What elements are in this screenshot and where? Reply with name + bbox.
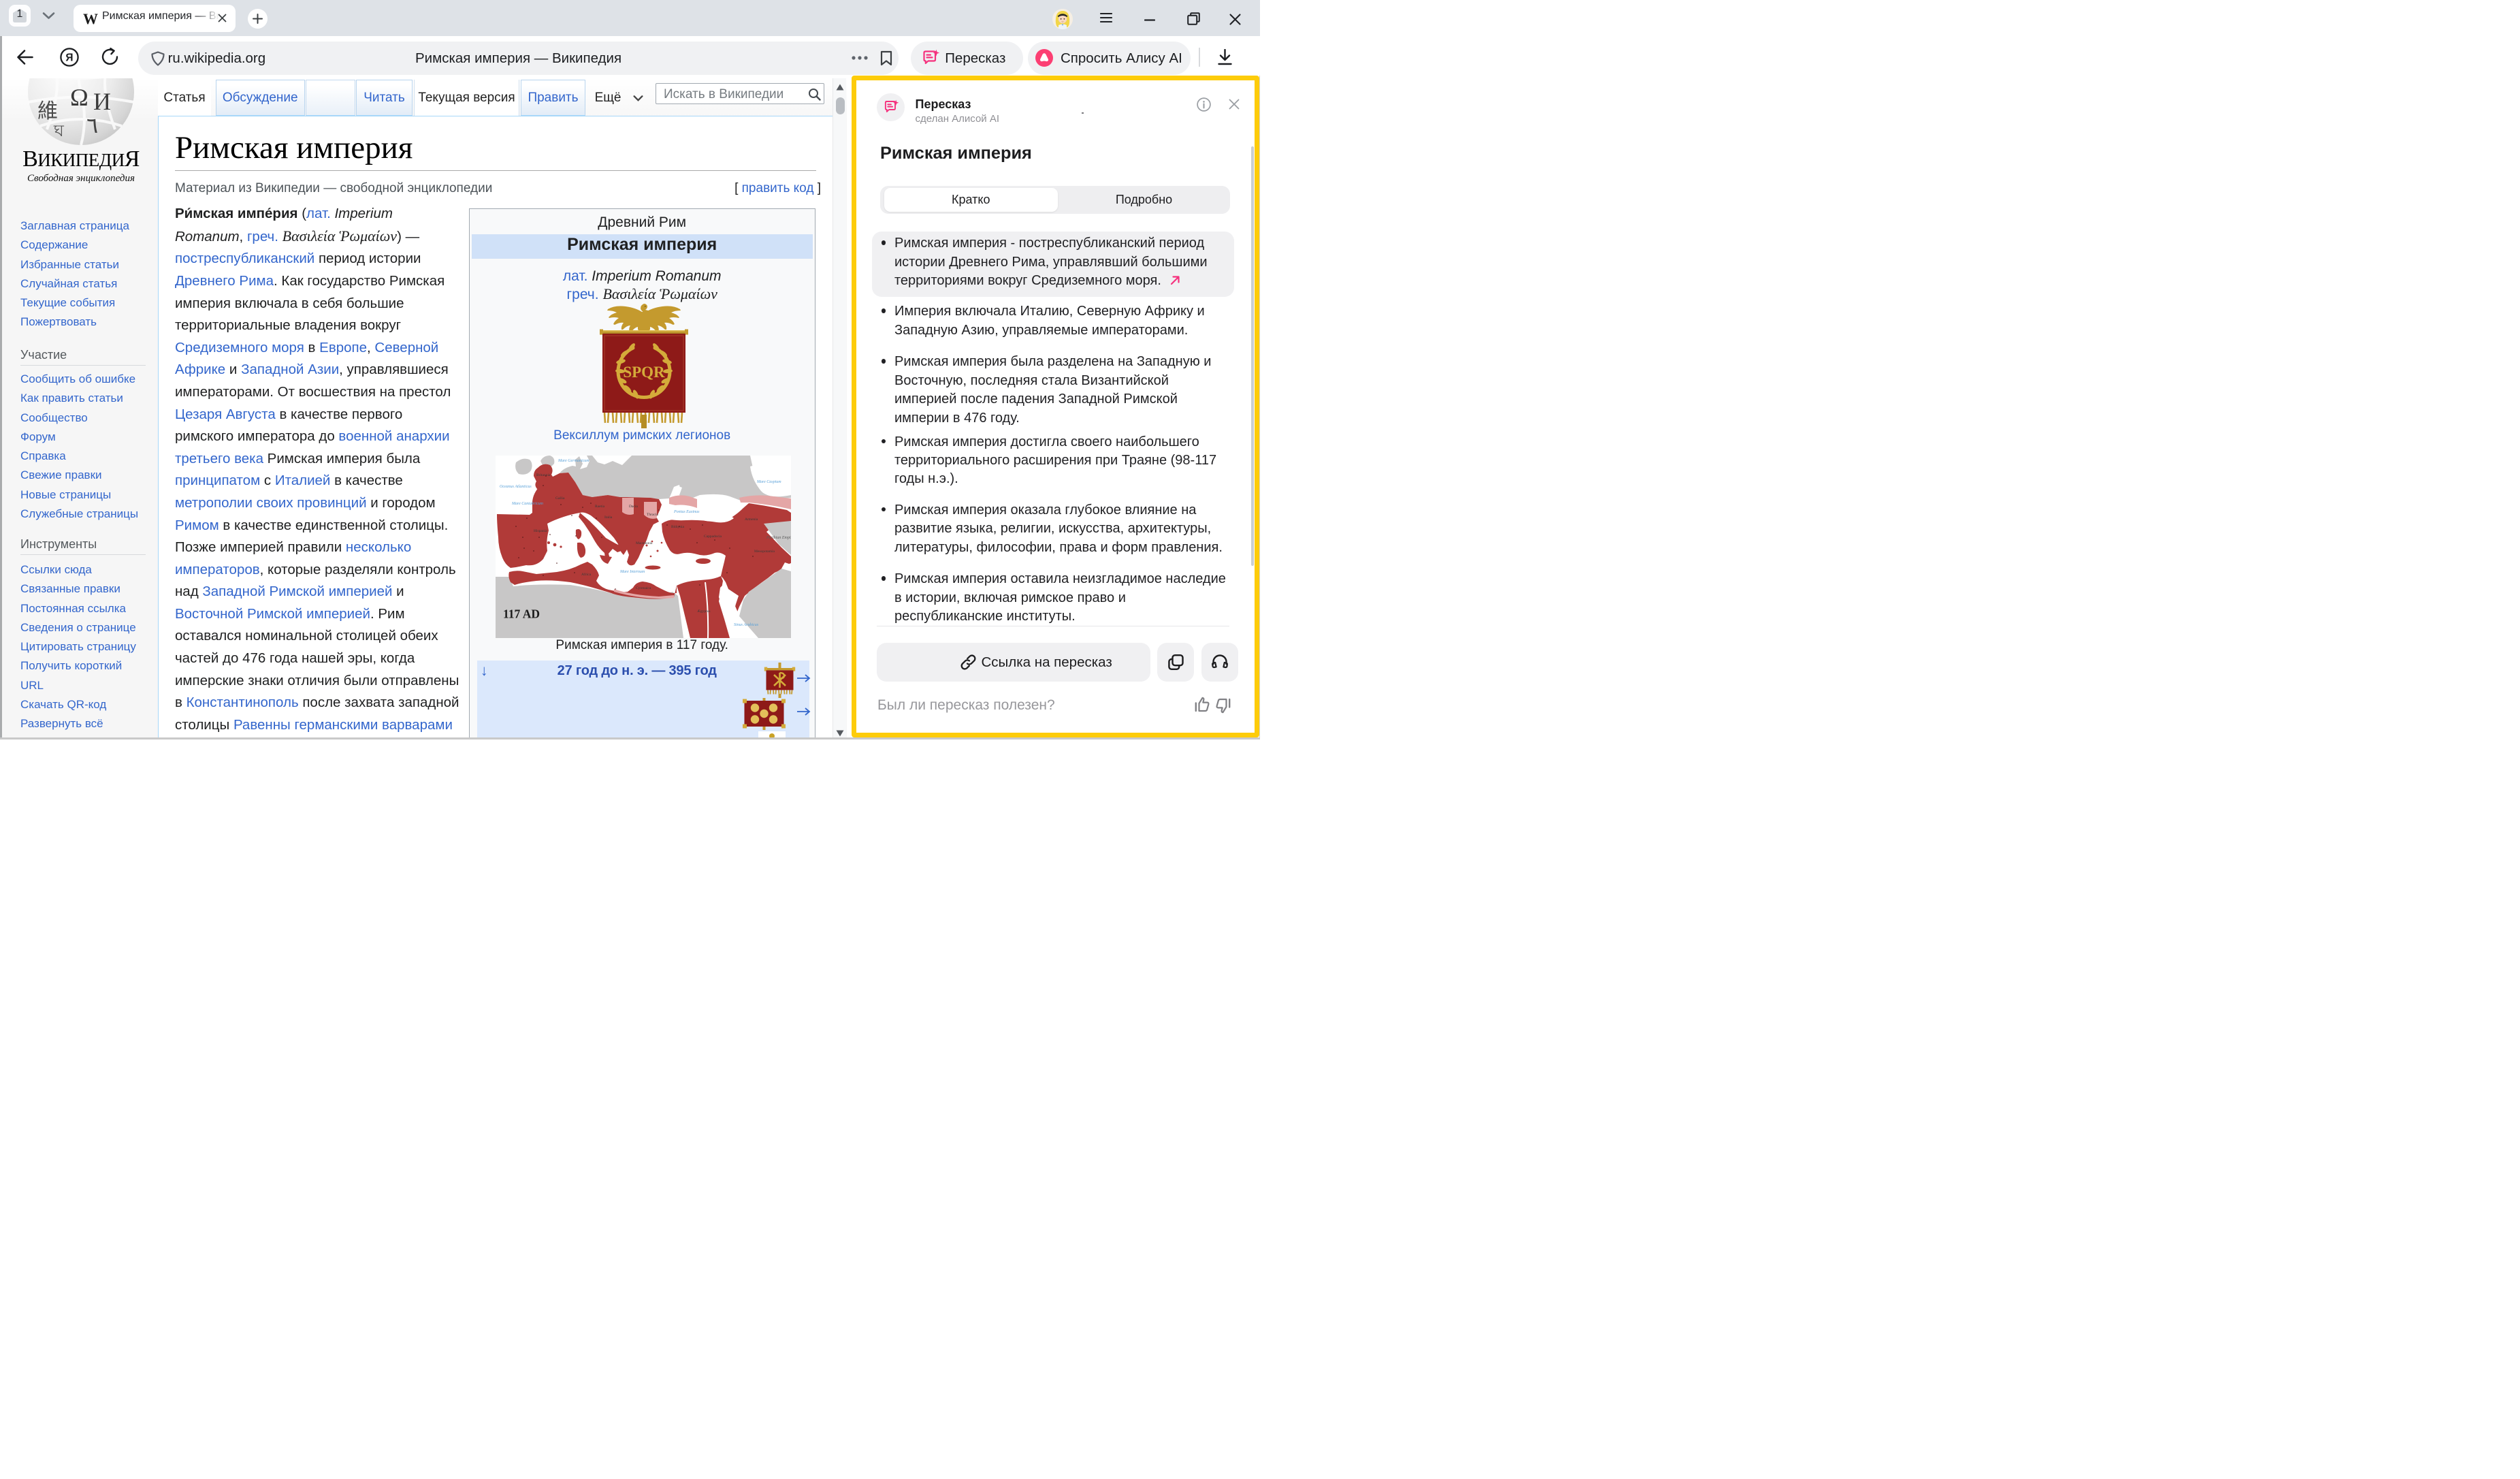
- svg-text:Gallia: Gallia: [555, 496, 565, 500]
- svg-text:И: И: [93, 88, 111, 115]
- svg-text:Mare Internum: Mare Internum: [619, 570, 645, 574]
- svg-text:Ω: Ω: [70, 84, 88, 111]
- svg-text:Parthian Empire: Parthian Empire: [766, 536, 791, 540]
- svg-text:Sinus Arabicus: Sinus Arabicus: [734, 623, 759, 627]
- svg-text:Italia: Italia: [604, 515, 613, 520]
- svg-text:SPQR: SPQR: [623, 364, 665, 381]
- svg-text:Ægyptus: Ægyptus: [697, 609, 711, 614]
- svg-text:Mesopotamia: Mesopotamia: [754, 550, 775, 554]
- svg-text:Mare Caspium: Mare Caspium: [756, 480, 781, 484]
- svg-text:Mare Cantabricum: Mare Cantabricum: [511, 502, 544, 506]
- svg-text:Africa: Africa: [581, 572, 592, 577]
- svg-text:Raetia: Raetia: [595, 505, 605, 509]
- svg-text:Я: Я: [65, 52, 73, 63]
- svg-text:Macedonia: Macedonia: [636, 541, 653, 545]
- svg-text:٦: ٦: [86, 113, 98, 138]
- svg-text:Mare Germanicum: Mare Germanicum: [558, 459, 589, 463]
- svg-text:Cyrenaica: Cyrenaica: [636, 586, 651, 590]
- svg-text:117 AD: 117 AD: [503, 607, 540, 621]
- svg-text:Oceanus Atlanticus: Oceanus Atlanticus: [500, 485, 532, 489]
- svg-text:Pontus Euxinus: Pontus Euxinus: [673, 510, 700, 514]
- svg-text:Armenia: Armenia: [745, 518, 758, 522]
- svg-text:Dacia: Dacia: [629, 505, 638, 509]
- svg-text:Cappadocia: Cappadocia: [704, 535, 722, 539]
- svg-text:Thracia: Thracia: [647, 513, 658, 517]
- svg-text:ঘ: ঘ: [53, 123, 65, 140]
- svg-text:Bithynia: Bithynia: [671, 525, 685, 529]
- svg-text:Hispania: Hispania: [534, 529, 547, 533]
- svg-text:Britannia: Britannia: [536, 473, 551, 477]
- svg-text:維: 維: [37, 100, 58, 123]
